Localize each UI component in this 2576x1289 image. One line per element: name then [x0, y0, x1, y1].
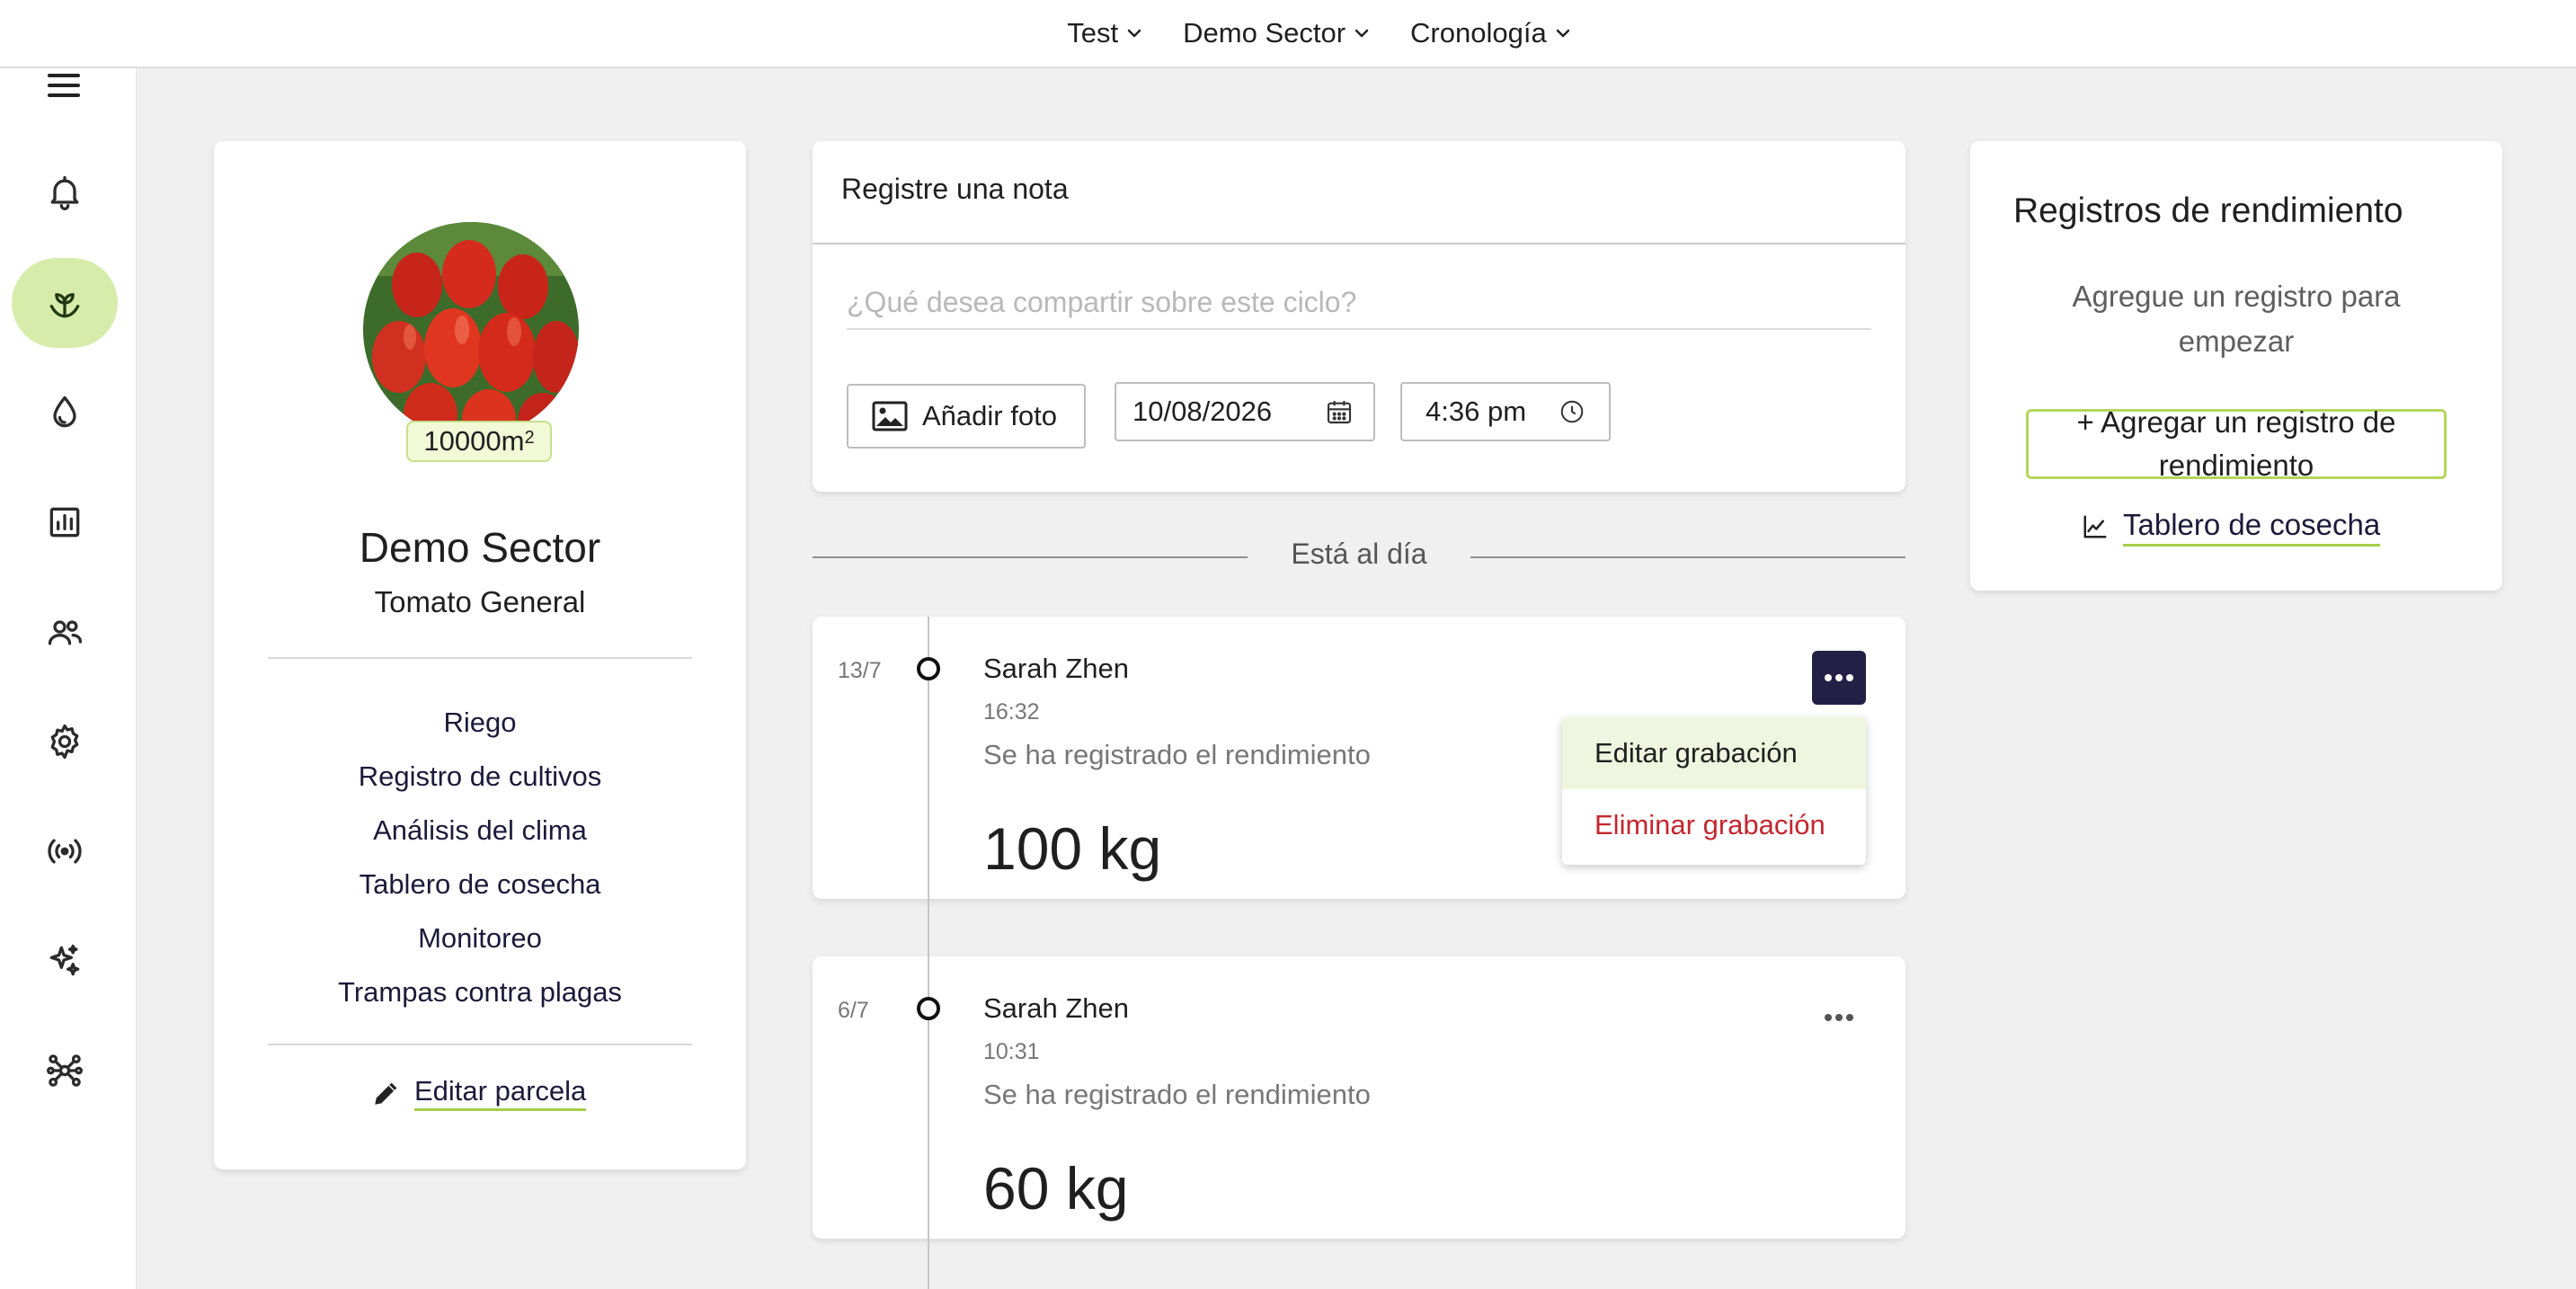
nav-farm-selector[interactable]: Test: [1067, 17, 1143, 49]
date-value: 10/08/2026: [1133, 396, 1273, 427]
image-icon: [872, 401, 908, 431]
sidebar-item-integrations[interactable]: [12, 1026, 118, 1116]
more-icon: [1846, 1014, 1853, 1021]
entry-date: 6/7: [838, 998, 869, 1023]
bell-icon: [50, 175, 79, 210]
bar-chart-icon: [49, 507, 80, 538]
timeline-dot: [917, 997, 940, 1020]
sidebar-item-settings[interactable]: [12, 697, 118, 787]
note-input[interactable]: [847, 276, 1871, 330]
more-icon: [1835, 1014, 1843, 1021]
sector-name: Demo Sector: [359, 524, 601, 571]
people-icon: [48, 620, 83, 645]
clock-icon: [1560, 400, 1584, 423]
area-badge: 10000m 2: [406, 421, 552, 462]
sensor-signal-icon: [48, 839, 82, 864]
tomato-photo: [363, 222, 579, 438]
link-monitoring[interactable]: Monitoreo: [214, 911, 746, 965]
crop-sprout-icon: [49, 293, 80, 318]
nav-view-label: Cronología: [1410, 17, 1547, 49]
nav-farm-label: Test: [1067, 17, 1119, 49]
entry-options-button[interactable]: [1812, 651, 1866, 705]
divider: [813, 556, 1248, 558]
entry-user: Sarah Zhen: [983, 653, 1129, 684]
link-crop-records[interactable]: Registro de cultivos: [214, 750, 746, 804]
sidebar-item-crops[interactable]: [12, 258, 118, 348]
entry-time: 16:32: [983, 699, 1040, 725]
entry-options-menu: Editar grabación Eliminar grabación: [1562, 717, 1866, 865]
link-irrigation[interactable]: Riego: [214, 696, 746, 750]
sidebar-item-reports[interactable]: [12, 477, 118, 567]
sparkles-icon: [49, 944, 80, 976]
timeline-entry: 6/7 Sarah Zhen 10:31 Se ha registrado el…: [813, 956, 1905, 1239]
network-icon: [47, 1054, 83, 1087]
water-drop-icon: [53, 396, 76, 428]
top-bar: Test Demo Sector Cronología: [0, 0, 2576, 68]
note-header: Registre una nota: [841, 173, 1069, 205]
yield-records-card: Registros de rendimiento Agregue un regi…: [1970, 141, 2502, 591]
entry-user: Sarah Zhen: [983, 992, 1129, 1024]
entry-value: 100 kg: [983, 815, 1162, 882]
timeline-line: [928, 617, 929, 1289]
yield-hint: Agregue un registro para empezar: [2072, 280, 2401, 358]
link-weather-analysis[interactable]: Análisis del clima: [214, 804, 746, 858]
edit-plot-link[interactable]: Editar parcela: [371, 1074, 587, 1111]
plot-card: 10000m 2 Demo Sector Tomato General Riego…: [214, 141, 746, 1169]
area-unit-exponent: 2: [524, 427, 535, 448]
sidebar-item-irrigation[interactable]: [12, 368, 118, 458]
chevron-down-icon: [1556, 29, 1569, 38]
gear-icon: [50, 724, 79, 760]
edit-plot-label: Editar parcela: [414, 1074, 587, 1111]
more-icon: [1835, 674, 1843, 681]
sidebar-item-people[interactable]: [12, 587, 118, 677]
calendar-icon: [1327, 401, 1352, 424]
nav-view-selector[interactable]: Cronología: [1410, 17, 1572, 49]
delete-record-menu-item[interactable]: Eliminar grabación: [1562, 789, 1866, 861]
entry-description: Se ha registrado el rendimiento: [983, 739, 1371, 770]
chevron-down-icon: [1355, 29, 1369, 38]
divider: [813, 243, 1905, 244]
timeline-dot: [917, 657, 940, 680]
add-photo-label: Añadir foto: [922, 400, 1057, 431]
entry-time: 10:31: [983, 1039, 1040, 1064]
nav-sector-label: Demo Sector: [1183, 17, 1346, 49]
harvest-dashboard-link[interactable]: Tablero de cosecha: [2082, 506, 2381, 547]
area-value: 10000m: [423, 425, 525, 457]
time-field[interactable]: 4:36 pm: [1400, 382, 1611, 441]
more-icon: [1825, 674, 1832, 681]
chevron-down-icon: [1127, 29, 1141, 38]
crop-photo: [363, 222, 579, 438]
pencil-icon: [375, 1082, 397, 1105]
plot-links: Riego Registro de cultivos Análisis del …: [214, 696, 746, 1019]
note-card: Registre una nota Añadir foto 10/08/2026…: [813, 141, 1905, 492]
line-chart-icon: [2083, 515, 2107, 538]
divider: [1470, 556, 1905, 558]
date-field[interactable]: 10/08/2026: [1115, 382, 1375, 441]
entry-date: 13/7: [838, 658, 882, 683]
menu-icon[interactable]: [40, 68, 87, 104]
divider: [268, 657, 692, 659]
entry-options-button[interactable]: [1812, 991, 1866, 1045]
add-yield-record-button[interactable]: + Agregar un registro de rendimiento: [2026, 405, 2447, 482]
more-icon: [1825, 1014, 1832, 1021]
entry-value: 60 kg: [983, 1155, 1129, 1222]
sidebar-item-sensors[interactable]: [12, 806, 118, 896]
sidebar: [0, 0, 137, 1289]
nav-sector-selector[interactable]: Demo Sector: [1183, 17, 1371, 49]
edit-record-menu-item[interactable]: Editar grabación: [1562, 717, 1866, 789]
add-yield-record-label: + Agregar un registro de rendimiento: [2076, 405, 2396, 482]
divider: [268, 1044, 692, 1045]
sidebar-item-ai[interactable]: [12, 916, 118, 1006]
harvest-dashboard-label: Tablero de cosecha: [2123, 506, 2381, 547]
timeline-status: Está al día: [1291, 538, 1427, 570]
more-icon: [1846, 674, 1853, 681]
link-harvest-dashboard[interactable]: Tablero de cosecha: [214, 858, 746, 911]
sidebar-item-notifications[interactable]: [12, 147, 118, 237]
crop-name: Tomato General: [374, 585, 586, 618]
yield-title: Registros de rendimiento: [2013, 191, 2403, 230]
time-value: 4:36 pm: [1426, 396, 1527, 427]
link-pest-traps[interactable]: Trampas contra plagas: [214, 965, 746, 1019]
entry-description: Se ha registrado el rendimiento: [983, 1079, 1371, 1110]
add-photo-button[interactable]: Añadir foto: [847, 384, 1086, 449]
